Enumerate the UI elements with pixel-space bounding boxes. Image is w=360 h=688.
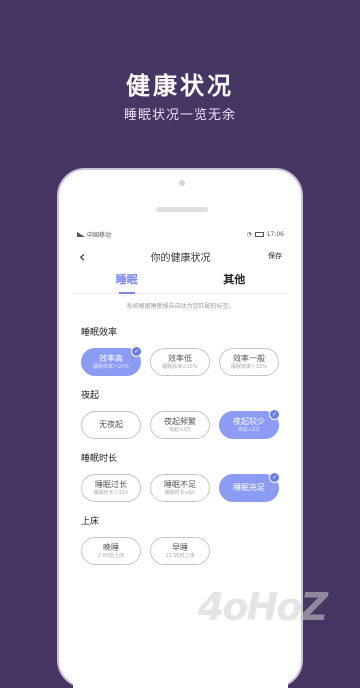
tag-option-button[interactable]: 效率低 睡眠效率≤15% [150,348,210,376]
tag-option-label: 睡眠不足 [164,479,196,489]
signal-icon [77,232,85,237]
tag-option-button[interactable]: 睡眠不足 睡眠时长≤6h [150,474,210,502]
wifi-icon: ◔ [246,231,252,238]
section-title: 夜起 [81,391,100,401]
tag-option-button[interactable]: 夜起较少 夜起≤2次 ✓ [219,409,280,439]
tag-option-subtext: 夜起≥3次 [168,426,192,433]
tag-option-label: 夜起频繁 [164,416,196,426]
tag-sections: 睡眠效率 效率高 睡眠效率＞20% ✓ 效率低 睡眠效率≤15% 效率一般 睡眠效率＞15% 夜… [73,325,288,565]
check-icon: ✓ [131,346,142,357]
option-row: 效率高 睡眠效率＞20% ✓ 效率低 睡眠效率≤15% 效率一般 睡眠效率＞15% [81,346,288,376]
tag-option-button[interactable]: 晚睡 2:00后上床 [81,537,141,565]
tag-option-button[interactable]: 效率一般 睡眠效率＞15% [219,348,279,376]
tag-option-label: 睡眠充足 [233,483,265,492]
tag-option-subtext: 睡眠效率≤15% [162,363,198,370]
tag-option-label: 早睡 [172,542,188,552]
page-title: 你的健康状况 [150,252,211,264]
tag-option-label: 效率一般 [233,353,265,363]
tab-indicator [119,292,135,294]
save-button[interactable]: 保存 [262,251,282,261]
tag-option-label: 效率高 [99,353,123,363]
tag-option-subtext: 夜起≤2次 [237,426,261,433]
section-title: 睡眠时长 [81,454,118,464]
camera-icon [179,180,185,186]
tab-other[interactable]: 其他 [181,271,289,293]
tag-option-label: 效率低 [168,353,192,363]
tag-option-subtext: 睡眠时长≤6h [164,489,196,496]
status-time: 17:06 [266,231,284,238]
section-title: 睡眠效率 [81,328,118,338]
tag-option-subtext: 睡眠时长＞11h [93,489,129,496]
nav-bar: ‹ 你的健康状况 保存 [73,241,288,271]
tag-option-subtext: 2:00后上床 [97,552,125,559]
tag-option-button[interactable]: 睡眠过长 睡眠时长＞11h [81,474,141,502]
promo-subtitle: 睡眠状况一览无余 [123,108,236,123]
speaker-grille [156,207,208,212]
tag-option-button[interactable]: 早睡 21:00前上床 [150,537,210,565]
status-bar: 中国移动 ◔ 17:06 [73,228,288,241]
tag-option-button[interactable]: 睡眠充足 ✓ [219,472,280,502]
battery-icon [254,232,264,237]
hint-text: 系统根据睡眠报告自动为您匹配的标签。 [126,303,235,310]
option-row: 睡眠过长 睡眠时长＞11h 睡眠不足 睡眠时长≤6h 睡眠充足 ✓ [81,472,288,502]
carrier-label: 中国移动 [87,232,112,239]
tab-bar: 睡眠 其他 [73,271,288,294]
tag-option-button[interactable]: 效率高 睡眠效率＞20% ✓ [81,346,142,376]
check-icon: ✓ [269,472,280,483]
tag-option-subtext: 21:00前上床 [165,552,195,559]
section-title: 上床 [81,517,100,527]
option-row: 晚睡 2:00后上床 早睡 21:00前上床 [81,537,288,565]
tag-option-label: 夜起较少 [233,416,265,426]
tab-sleep[interactable]: 睡眠 [73,271,181,293]
option-row: 无夜起 夜起频繁 夜起≥3次 夜起较少 夜起≤2次 ✓ [81,409,288,439]
tag-option-label: 睡眠过长 [95,479,127,489]
tag-option-label: 无夜起 [99,420,123,429]
back-icon[interactable]: ‹ [79,247,99,266]
check-icon: ✓ [269,409,280,420]
tag-option-label: 晚睡 [103,542,119,552]
promo-title: 健康状况 [126,72,234,100]
watermark-logo: 4oHoZ [198,585,328,629]
tag-option-subtext: 睡眠效率＞15% [230,363,268,370]
tag-option-button[interactable]: 夜起频繁 夜起≥3次 [150,411,210,439]
tag-option-subtext: 睡眠效率＞20% [92,363,130,370]
tag-option-button[interactable]: 无夜起 [81,411,141,439]
